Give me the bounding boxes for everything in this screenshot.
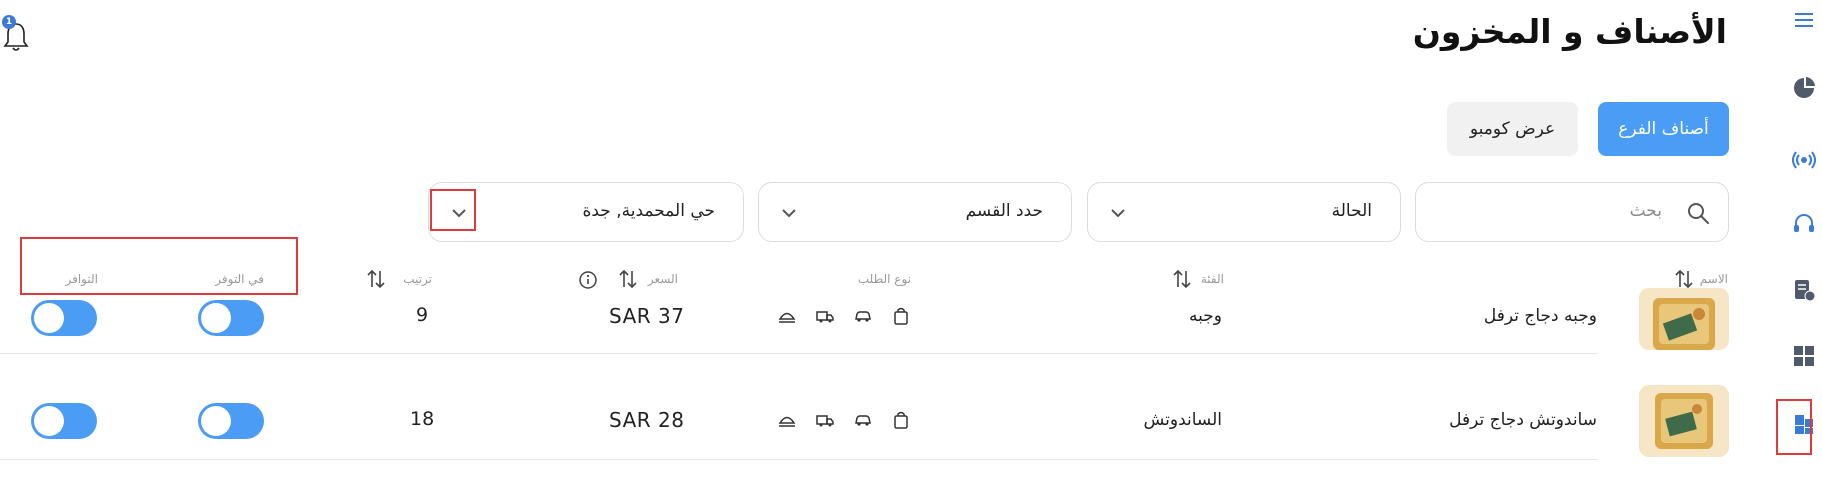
status-select[interactable]: الحالة: [1087, 182, 1401, 242]
highlight-box-inventory: [1776, 399, 1812, 455]
row-divider: [0, 353, 1598, 354]
item-category: الساندوتش: [1143, 410, 1222, 430]
branch-select-label: حي المحمدية, جدة: [582, 201, 715, 221]
search-placeholder: بحث: [1629, 201, 1662, 221]
shopping-bag-icon: [894, 307, 908, 325]
highlight-box-branch-chevron: [430, 189, 476, 231]
tab-combo-offer[interactable]: عرض كومبو: [1447, 102, 1578, 156]
in-availability-toggle[interactable]: [198, 300, 264, 336]
report-clock-icon: [1795, 280, 1816, 302]
section-select-label: حدد القسم: [965, 201, 1043, 221]
product-image: [1639, 385, 1729, 457]
sort-icon[interactable]: [618, 267, 638, 291]
tab-branch-items[interactable]: أصناف الفرع: [1598, 102, 1729, 156]
item-price: SAR 37: [609, 304, 685, 328]
column-header-order: ترتيب: [403, 272, 432, 286]
broadcast-icon: [1792, 151, 1816, 169]
shopping-bag-icon: [894, 411, 908, 429]
sort-icon[interactable]: [366, 267, 386, 291]
item-name: ساندوتش دجاج ترفل: [1449, 410, 1597, 430]
chevron-down-icon: [1111, 209, 1125, 218]
sort-icon[interactable]: [1172, 267, 1192, 291]
chevron-down-icon: [782, 209, 796, 218]
menu-button[interactable]: [1790, 6, 1818, 34]
availability-toggle[interactable]: [31, 300, 97, 336]
page-title: الأصناف و المخزون: [1412, 12, 1727, 51]
grid-icon: [1794, 346, 1814, 366]
car-icon: [855, 415, 871, 426]
column-header-price: السعر: [647, 272, 678, 286]
search-icon: [1688, 203, 1709, 224]
dine-in-icon: [778, 416, 796, 427]
column-header-name: الاسم: [1699, 272, 1728, 286]
pie-chart-icon: [1794, 77, 1815, 98]
car-icon: [855, 311, 871, 322]
dine-in-icon: [778, 312, 796, 323]
sidebar-item-apps[interactable]: [1790, 342, 1818, 370]
notification-badge: 1: [2, 15, 16, 29]
headset-icon: [1794, 214, 1814, 232]
highlight-box-availability-headers: [20, 237, 298, 295]
sidebar-item-dashboard[interactable]: [1790, 74, 1818, 102]
item-order: 9: [416, 304, 429, 326]
status-select-label: الحالة: [1331, 201, 1372, 221]
food-image-icon: [1653, 298, 1715, 350]
food-image-icon: [1655, 393, 1713, 449]
in-availability-toggle[interactable]: [198, 403, 264, 439]
product-image: [1639, 288, 1729, 350]
sidebar-item-reports[interactable]: [1790, 276, 1818, 304]
column-header-category: الفئة: [1200, 272, 1224, 286]
item-name: وجبه دجاج ترفل: [1483, 306, 1597, 326]
info-icon[interactable]: [578, 270, 598, 290]
delivery-truck-icon: [816, 311, 834, 323]
item-order: 18: [410, 408, 435, 430]
sidebar-item-support[interactable]: [1790, 210, 1818, 238]
search-input[interactable]: بحث: [1415, 182, 1729, 242]
delivery-truck-icon: [816, 415, 834, 427]
column-header-order-type: نوع الطلب: [857, 272, 911, 286]
item-category: وجبه: [1189, 306, 1222, 326]
menu-icon: [1795, 13, 1813, 27]
availability-toggle[interactable]: [31, 403, 97, 439]
sidebar-item-broadcast[interactable]: [1790, 146, 1818, 174]
item-price: SAR 28: [609, 408, 685, 432]
row-divider: [0, 459, 1598, 460]
section-select[interactable]: حدد القسم: [758, 182, 1072, 242]
